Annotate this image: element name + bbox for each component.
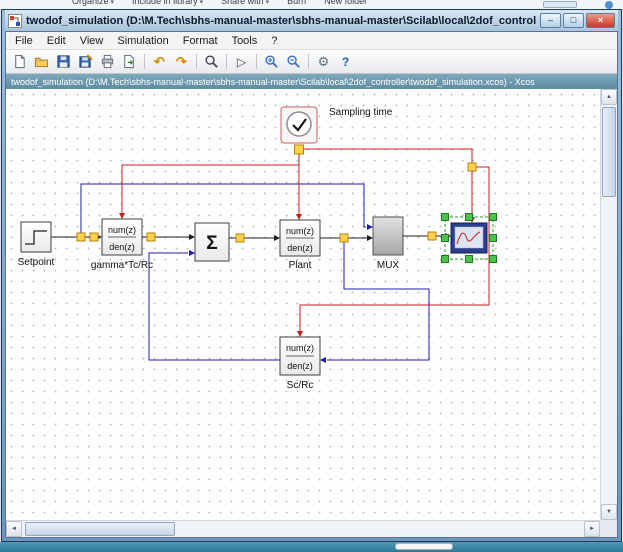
new-diagram-button[interactable] (9, 52, 30, 72)
menu-tools[interactable]: Tools (225, 34, 265, 48)
undo-button[interactable]: ↶ (149, 52, 170, 72)
chevron-down-icon: ▾ (111, 0, 115, 6)
open-folder-icon (34, 54, 49, 69)
setpoint-label: Setpoint (18, 257, 55, 268)
xcos-window: twodof_simulation (D:\M.Tech\sbhs-manual… (1, 9, 622, 542)
block-diagram: Sampling time Setpoint num(z) den (8, 93, 600, 520)
tf-denominator: den(z) (287, 243, 313, 253)
feedback-links[interactable] (81, 184, 429, 360)
export-icon (122, 54, 137, 69)
horizontal-scrollbar[interactable]: ◄ ► (6, 520, 600, 537)
zoom-in-icon (264, 54, 279, 69)
zoom-area-button[interactable] (201, 52, 222, 72)
explorer-help-icon[interactable] (605, 1, 613, 9)
tf-denominator: den(z) (109, 242, 135, 252)
save-as-button[interactable] (75, 52, 96, 72)
toolbar-separator (196, 54, 197, 69)
zoom-out-button[interactable] (283, 52, 304, 72)
gamma-label: gamma*Tc/Rc (91, 260, 153, 271)
save-as-disk-icon (78, 54, 93, 69)
save-button[interactable] (53, 52, 74, 72)
toolbar-separator (256, 54, 257, 69)
gamma-tcrc-block[interactable]: num(z) den(z) (102, 219, 142, 255)
toolbar-separator (308, 54, 309, 69)
toolbar-separator (144, 54, 145, 69)
tf-numerator: num(z) (286, 343, 314, 353)
clock-label: Sampling time (329, 107, 393, 118)
menu-format[interactable]: Format (176, 34, 225, 48)
print-button[interactable] (97, 52, 118, 72)
diagram-canvas[interactable]: Sampling time Setpoint num(z) den (6, 89, 600, 520)
clock-block[interactable] (281, 107, 317, 143)
window-title: twodof_simulation (D:\M.Tech\sbhs-manual… (26, 15, 536, 27)
window-body: File Edit View Simulation Format Tools ? (5, 31, 618, 538)
zoom-in-button[interactable] (261, 52, 282, 72)
explorer-share-with[interactable]: Share with▾ (221, 0, 269, 6)
tf-numerator: num(z) (108, 225, 136, 235)
vertical-scrollbar[interactable]: ▲ ▼ (600, 89, 617, 520)
zoom-out-icon (286, 54, 301, 69)
scrc-label: Sc/Rc (287, 380, 314, 391)
plant-label: Plant (289, 260, 312, 271)
chevron-down-icon: ▾ (266, 0, 270, 6)
explorer-burn[interactable]: Burn (287, 0, 306, 6)
mux-block[interactable] (373, 217, 403, 255)
help-button[interactable]: ? (335, 52, 356, 72)
export-button[interactable] (119, 52, 140, 72)
menu-view[interactable]: View (73, 34, 111, 48)
toolbar: ↶ ↷ ▷ ⚙ ? (6, 50, 617, 74)
sum-symbol: Σ (206, 233, 217, 254)
background-bottom-strip (0, 542, 623, 552)
horizontal-scroll-thumb[interactable] (25, 522, 175, 536)
menu-help[interactable]: ? (264, 34, 284, 48)
menu-bar: File Edit View Simulation Format Tools ? (6, 32, 617, 50)
vertical-scroll-track[interactable] (601, 105, 617, 504)
redo-button[interactable]: ↷ (171, 52, 192, 72)
minimize-button[interactable]: – (540, 13, 561, 28)
background-taskbar-item (395, 543, 453, 550)
title-bar[interactable]: twodof_simulation (D:\M.Tech\sbhs-manual… (5, 10, 618, 31)
explorer-view-switcher[interactable] (543, 1, 577, 8)
scroll-left-button[interactable]: ◄ (6, 521, 22, 537)
start-simulation-button[interactable]: ▷ (231, 52, 252, 72)
menu-edit[interactable]: Edit (40, 34, 73, 48)
setpoint-block[interactable] (21, 222, 51, 252)
tf-numerator: num(z) (286, 226, 314, 236)
open-button[interactable] (31, 52, 52, 72)
chevron-down-icon: ▾ (200, 0, 204, 6)
xcos-path-bar: twodof_simulation (D:\M.Tech\sbhs-manual… (6, 74, 617, 89)
explorer-new-folder[interactable]: New folder (324, 0, 367, 6)
diagram-path: twodof_simulation (D:\M.Tech\sbhs-manual… (11, 77, 535, 87)
scroll-down-button[interactable]: ▼ (601, 504, 617, 520)
canvas-area: Sampling time Setpoint num(z) den (6, 89, 617, 537)
plant-block[interactable]: num(z) den(z) (280, 220, 320, 256)
mux-label: MUX (377, 260, 400, 271)
background-explorer-toolbar: Organize▾ Include in library▾ Share with… (0, 0, 623, 9)
tf-denominator: den(z) (287, 361, 313, 371)
close-button[interactable]: × (586, 13, 615, 28)
xcos-app-icon (8, 14, 22, 28)
palettes-button[interactable]: ⚙ (313, 52, 334, 72)
maximize-button[interactable]: □ (563, 13, 584, 28)
menu-file[interactable]: File (8, 34, 40, 48)
save-disk-icon (56, 54, 71, 69)
scrc-block[interactable]: num(z) den(z) (280, 337, 320, 375)
magnifier-icon (204, 54, 219, 69)
sum-block[interactable]: Σ (195, 223, 229, 261)
toolbar-separator (226, 54, 227, 69)
screen: Organize▾ Include in library▾ Share with… (0, 0, 623, 552)
scrollbar-corner (600, 520, 617, 537)
printer-icon (100, 54, 115, 69)
scroll-right-button[interactable]: ► (584, 521, 600, 537)
vertical-scroll-thumb[interactable] (602, 107, 616, 197)
explorer-organize[interactable]: Organize▾ (72, 0, 114, 6)
clock-face-icon (287, 112, 311, 136)
horizontal-scroll-track[interactable] (22, 521, 584, 537)
new-file-icon (12, 54, 27, 69)
menu-simulation[interactable]: Simulation (110, 34, 175, 48)
scroll-up-button[interactable]: ▲ (601, 89, 617, 105)
scope-block[interactable] (451, 223, 487, 253)
explorer-include-in-library[interactable]: Include in library▾ (132, 0, 203, 6)
